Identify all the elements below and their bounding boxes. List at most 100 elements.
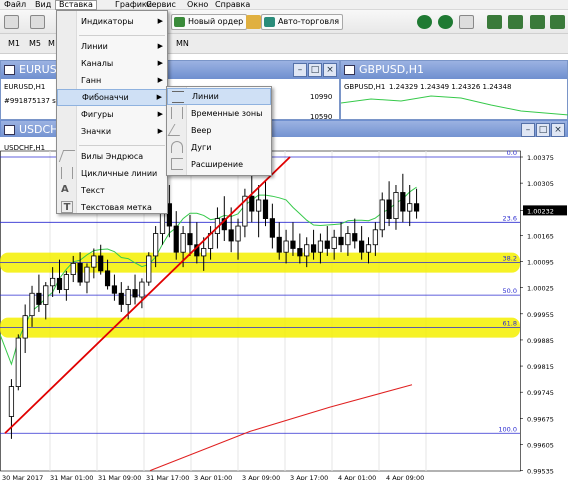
price-label: 1.00025	[527, 285, 554, 293]
candle-body	[139, 281, 145, 298]
candle-body	[310, 244, 317, 253]
candle-body	[187, 233, 193, 246]
eurusd-symbol: EURUSD,H1	[4, 83, 46, 91]
fibo-item-expansion[interactable]: Расширение	[167, 156, 271, 173]
gbpusd-ma-line	[341, 95, 568, 116]
indicators-icon[interactable]	[530, 15, 545, 29]
fibo-item-retracement[interactable]: Линии	[167, 88, 271, 105]
menu-tools[interactable]: Сервис	[143, 0, 179, 10]
time-label: 3 Apr 17:00	[290, 474, 328, 480]
menu-item-indicators[interactable]: Индикаторы ▶	[57, 13, 167, 30]
zoom-in-icon[interactable]	[417, 15, 432, 29]
time-label: 3 Apr 09:00	[242, 474, 280, 480]
candle-body	[56, 277, 63, 290]
menu-item-channels[interactable]: Каналы ▶	[57, 55, 167, 72]
experts-icon[interactable]	[246, 15, 261, 29]
close-icon[interactable]: ×	[323, 63, 337, 77]
fib-level-label: 61.8	[503, 320, 517, 328]
candle-body	[180, 233, 186, 253]
fibo-item-time-zones[interactable]: Временные зоны	[167, 105, 271, 122]
menu-insert[interactable]: Вставка	[55, 0, 97, 10]
candle-body	[50, 277, 56, 287]
restore-icon[interactable]: □	[536, 123, 550, 137]
menu-item-shapes[interactable]: Фигуры ▶	[57, 106, 167, 123]
fibo-item-arcs[interactable]: Дуги	[167, 139, 271, 156]
menu-file[interactable]: Файл	[1, 0, 29, 10]
text-label-icon: T	[61, 201, 73, 213]
chart-window-icon	[4, 65, 15, 75]
close-icon[interactable]: ×	[551, 123, 565, 137]
price-label: 0.99885	[527, 337, 554, 345]
menu-item-cycle-lines[interactable]: Цикличные линии	[57, 165, 167, 182]
candle-body	[331, 236, 337, 249]
eurusd-titlebar[interactable]: EURUSD	[1, 61, 339, 79]
menu-item-arrows[interactable]: Значки ▶	[57, 123, 167, 140]
tile-windows-icon[interactable]	[459, 15, 474, 29]
chart-shift-icon[interactable]	[487, 15, 502, 29]
gbpusd-titlebar[interactable]: GBPUSD,H1	[341, 61, 567, 79]
candle-body	[36, 292, 42, 305]
periods-icon[interactable]	[550, 15, 565, 29]
menu-window[interactable]: Окно	[184, 0, 211, 10]
candle-body	[153, 233, 159, 257]
fibo-fan-icon	[167, 124, 187, 136]
candle-body	[379, 199, 385, 231]
autotrade-button[interactable]: Авто-торговля	[261, 14, 343, 30]
gbpusd-window[interactable]: GBPUSD,H1 GBPUSD,H1 1.24329 1.24349 1.24…	[340, 60, 568, 120]
menu-item-lines[interactable]: Линии ▶	[57, 38, 167, 55]
menu-view[interactable]: Вид	[32, 0, 54, 10]
restore-icon[interactable]: □	[308, 63, 322, 77]
candle-body	[111, 285, 118, 294]
menu-item-text[interactable]: A Текст	[57, 182, 167, 199]
menu-item-fibonacci[interactable]: Фибоначчи ▶	[57, 89, 167, 106]
menubar: Файл Вид Вставка Графики Сервис Окно Спр…	[0, 0, 568, 10]
tf-m1[interactable]: M1	[6, 37, 22, 51]
menu-item-andrews-pitchfork[interactable]: Вилы Эндрюса	[57, 148, 167, 165]
insert-menu: Индикаторы ▶ Линии ▶ Каналы ▶ Ганн ▶ Фибонач…	[56, 10, 168, 214]
fibo-expansion-icon	[171, 158, 183, 170]
candle-body	[324, 240, 330, 249]
autoscroll-icon[interactable]	[508, 15, 523, 29]
new-order-button[interactable]: Новый ордер	[171, 14, 248, 30]
chart-window-icon	[344, 65, 355, 75]
candle-body	[43, 285, 49, 305]
new-order-icon	[174, 17, 185, 27]
profiles-icon[interactable]	[30, 15, 45, 29]
zoom-out-icon[interactable]	[438, 15, 453, 29]
candle-body	[304, 244, 310, 257]
menu-help[interactable]: Справка	[212, 0, 253, 10]
candle-body	[125, 289, 131, 305]
candle-body	[15, 337, 21, 387]
menu-item-gann[interactable]: Ганн ▶	[57, 72, 167, 89]
price-label: 1.00165	[527, 232, 554, 240]
candle-body	[63, 274, 69, 290]
candle-body	[118, 292, 124, 305]
autotrade-icon	[264, 17, 275, 27]
candle-body	[317, 240, 324, 253]
pitchfork-icon	[58, 150, 76, 162]
new-chart-icon[interactable]	[4, 15, 19, 29]
fibo-item-fan[interactable]: Веер	[167, 122, 271, 139]
candle-body	[77, 263, 83, 283]
candle-body	[283, 240, 289, 253]
tf-mn[interactable]: MN	[174, 37, 191, 51]
candle-body	[173, 225, 179, 253]
candle-body	[297, 248, 303, 257]
candle-body	[262, 199, 269, 220]
candle-body	[359, 240, 365, 253]
minimize-icon[interactable]: –	[521, 123, 535, 137]
fibo-arcs-icon	[171, 141, 183, 153]
price-label: 1.00305	[527, 180, 554, 188]
time-label: 31 Mar 09:00	[98, 474, 141, 480]
candle-body	[276, 236, 282, 253]
candle-body	[290, 240, 296, 249]
menu-item-text-label[interactable]: T Текстовая метка	[57, 199, 167, 216]
price-label: 0.99535	[527, 468, 554, 476]
candle-body	[407, 203, 413, 212]
candle-body	[8, 386, 15, 417]
tf-m5[interactable]: M5	[27, 37, 43, 51]
fib-level-label: 0.0	[507, 149, 517, 157]
minimize-icon[interactable]: –	[293, 63, 307, 77]
candle-body	[228, 229, 234, 242]
candle-body	[146, 255, 152, 283]
